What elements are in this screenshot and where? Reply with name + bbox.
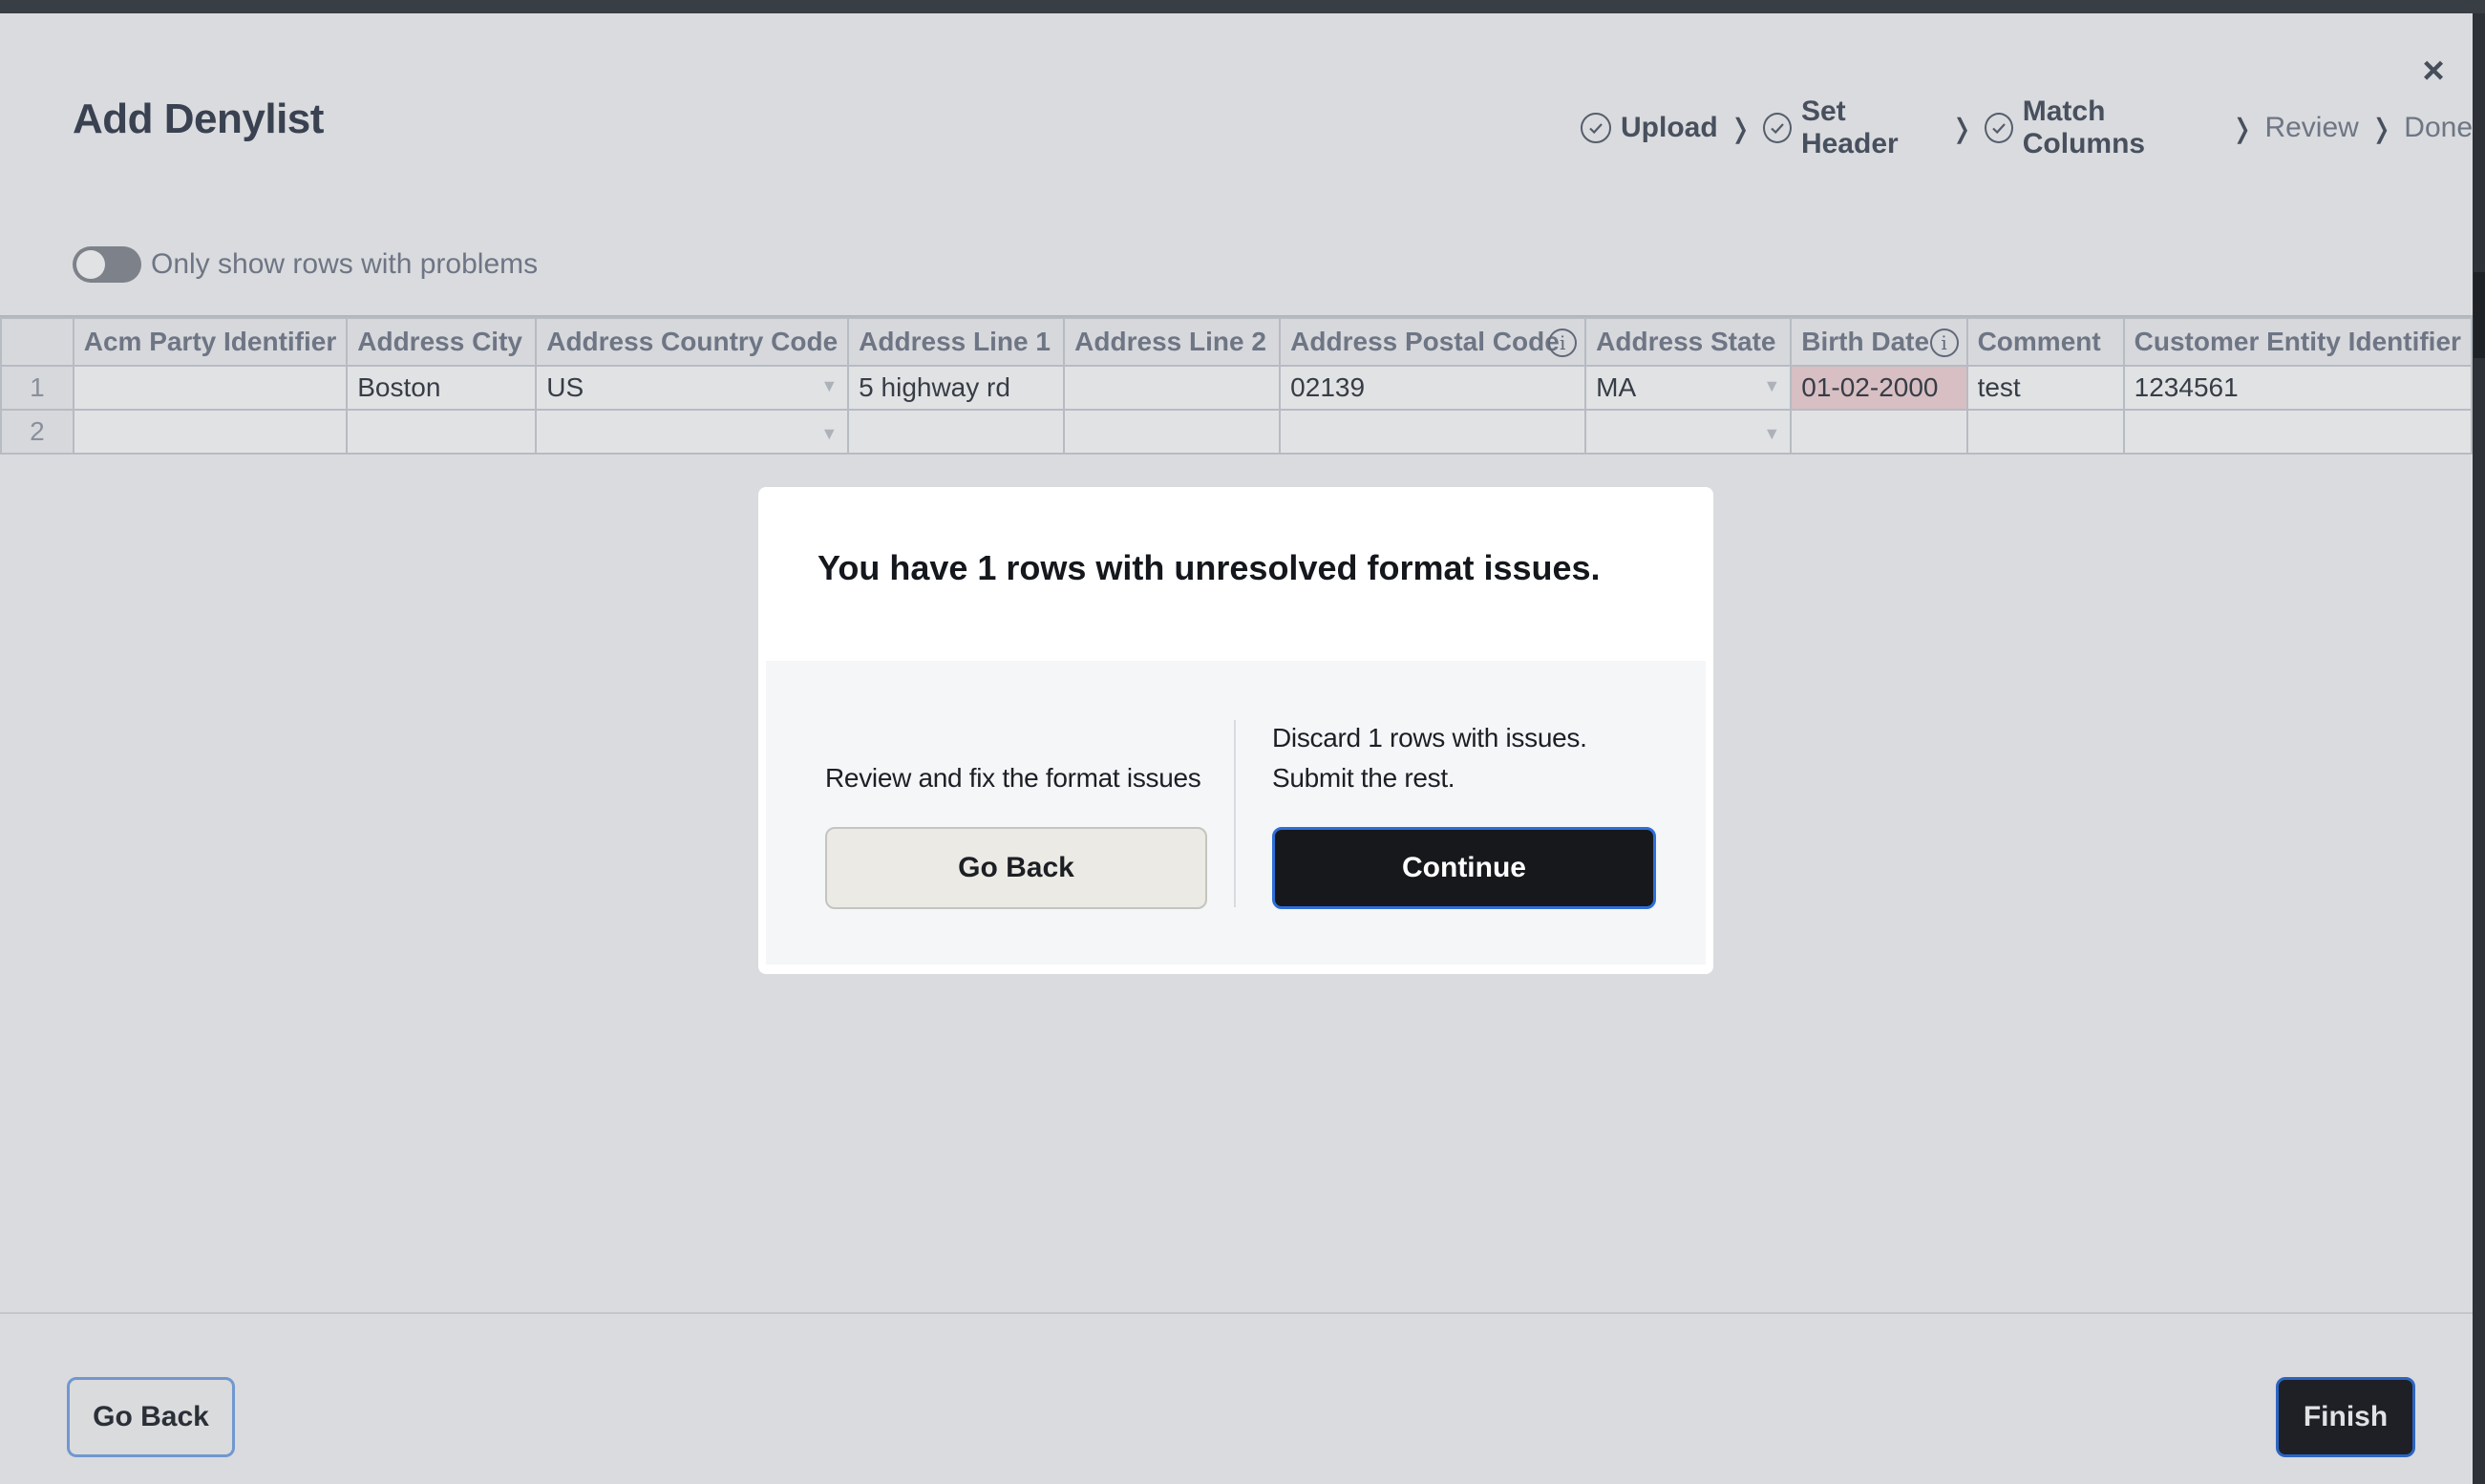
dialog-title: You have 1 rows with unresolved format i…: [818, 548, 1601, 587]
choice-divider: [1234, 720, 1236, 907]
continue-button[interactable]: Continue: [1272, 827, 1656, 909]
review-option-text: Review and fix the format issues: [825, 763, 1201, 793]
discard-option-text: Discard 1 rows with issues. Submit the r…: [1272, 723, 1587, 793]
format-issues-dialog: You have 1 rows with unresolved format i…: [758, 487, 1713, 974]
dialog-go-back-button[interactable]: Go Back: [825, 827, 1207, 909]
discard-option: Discard 1 rows with issues. Submit the r…: [1240, 661, 1706, 965]
dialog-choices: Review and fix the format issues Go Back…: [766, 661, 1706, 965]
review-option: Review and fix the format issues Go Back: [766, 661, 1240, 965]
